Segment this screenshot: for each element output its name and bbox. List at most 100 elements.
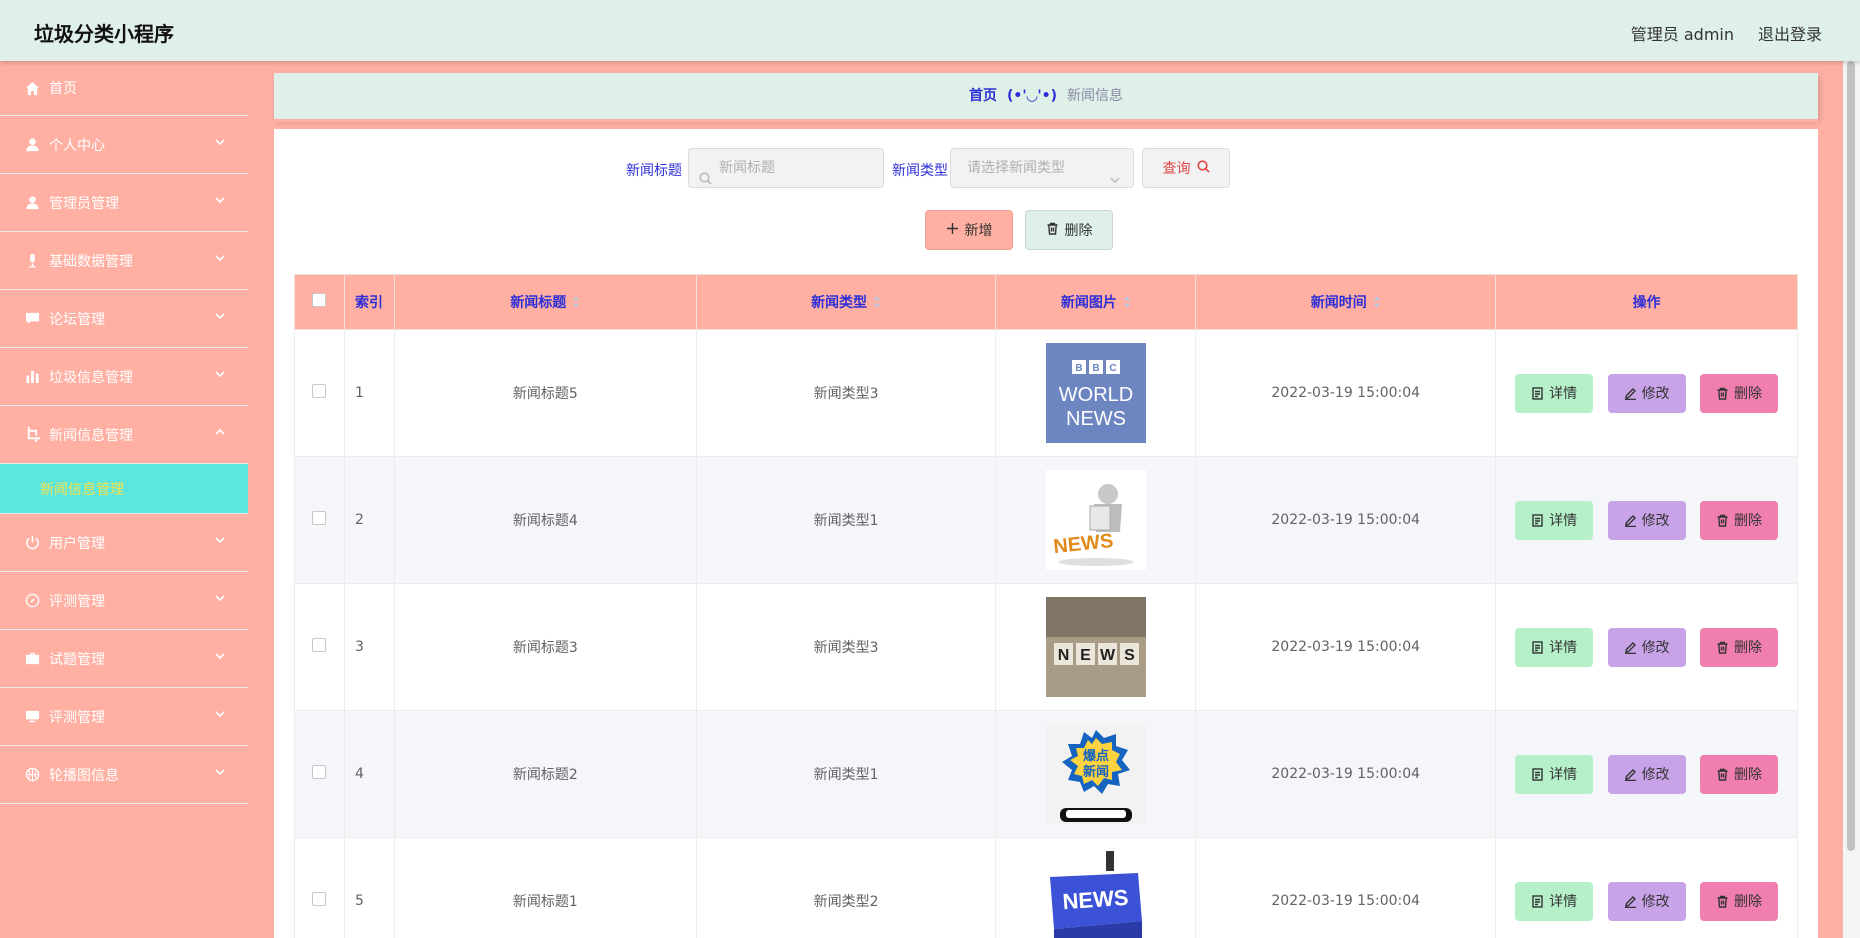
trash-icon: [1717, 514, 1728, 527]
row-title: 新闻标题4: [393, 456, 697, 584]
column-header-title[interactable]: 新闻标题: [393, 274, 697, 330]
delete-button[interactable]: 删除: [1700, 373, 1779, 413]
edit-button[interactable]: 修改: [1607, 627, 1686, 667]
sidebar-item-carousel[interactable]: 轮播图信息: [0, 746, 248, 804]
sidebar-item-label: 垃圾信息管理: [49, 369, 133, 386]
delete-button[interactable]: 删除: [1700, 500, 1779, 540]
row-title: 新闻标题5: [393, 329, 697, 457]
breadcrumb-separator: (•'◡'•): [1006, 88, 1058, 104]
row-actions: 详情 修改 删除: [1495, 710, 1798, 838]
sidebar-item-users[interactable]: 用户管理: [0, 514, 248, 572]
detail-label: 详情: [1549, 386, 1578, 402]
logout-link[interactable]: 退出登录: [1758, 21, 1822, 45]
select-all-checkbox[interactable]: [312, 293, 327, 307]
row-checkbox[interactable]: [312, 638, 327, 652]
edit-label: 修改: [1641, 386, 1670, 402]
sidebar-item-home[interactable]: 首页: [0, 61, 248, 116]
query-button[interactable]: 查询: [1142, 148, 1230, 188]
chevron-down-icon: [214, 252, 226, 264]
svg-text:新闻: 新闻: [1083, 764, 1109, 780]
row-checkbox[interactable]: [312, 511, 327, 525]
news-thumbnail[interactable]: 爆点 新闻: [1045, 724, 1146, 824]
sidebar-item-forum[interactable]: 论坛管理: [0, 290, 248, 348]
news-thumbnail[interactable]: B B C WORLD NEWS: [1045, 343, 1146, 443]
batch-delete-button[interactable]: 删除: [1025, 210, 1113, 250]
news-thumbnail[interactable]: NEWS: [1045, 851, 1146, 938]
sidebar-item-news[interactable]: 新闻信息管理: [0, 406, 248, 464]
edit-button[interactable]: 修改: [1607, 373, 1686, 413]
bar-chart-icon: [24, 369, 40, 385]
row-checkbox[interactable]: [312, 765, 327, 779]
detail-button[interactable]: 详情: [1515, 754, 1594, 794]
sidebar-item-questions[interactable]: 试题管理: [0, 630, 248, 688]
page-scrollbar[interactable]: [1846, 61, 1856, 938]
column-header-type[interactable]: 新闻类型: [695, 274, 997, 330]
sort-icon[interactable]: [1373, 295, 1381, 309]
sidebar-item-evaluation[interactable]: 评测管理: [0, 572, 248, 630]
sidebar-item-evaluation-2[interactable]: 评测管理: [0, 688, 248, 746]
row-select-cell: [294, 710, 345, 838]
detail-button[interactable]: 详情: [1515, 881, 1594, 921]
add-button[interactable]: 新增: [925, 210, 1013, 250]
edit-label: 修改: [1641, 767, 1670, 783]
trash-icon: [1046, 222, 1059, 239]
sort-icon[interactable]: [873, 295, 881, 309]
row-type: 新闻类型3: [695, 583, 997, 711]
svg-text:B: B: [1075, 363, 1082, 374]
row-checkbox[interactable]: [312, 892, 327, 906]
sidebar-item-base-data[interactable]: 基础数据管理: [0, 232, 248, 290]
action-bar: 新增 删除: [274, 210, 1818, 250]
basketball-icon: [24, 767, 40, 783]
content-panel: 新闻标题 新闻标题 新闻类型 请选择新闻类型 查询 新增 删除 索引 新闻标题 …: [274, 129, 1818, 938]
edit-button[interactable]: 修改: [1607, 754, 1686, 794]
delete-button[interactable]: 删除: [1700, 627, 1779, 667]
news-thumbnail[interactable]: N E W S: [1045, 597, 1146, 697]
row-index: 5: [343, 837, 395, 938]
sidebar-subitem-news-manage[interactable]: 新闻信息管理: [0, 464, 248, 514]
delete-label: 删除: [1734, 767, 1763, 783]
type-select[interactable]: 请选择新闻类型: [950, 148, 1134, 188]
title-search-input[interactable]: 新闻标题: [688, 148, 884, 188]
table-row: 5 新闻标题1 新闻类型2 NEWS 2022-03-19 15:00:04 详…: [294, 837, 1798, 938]
document-icon: [1532, 894, 1543, 908]
sidebar-item-garbage[interactable]: 垃圾信息管理: [0, 348, 248, 406]
row-index: 1: [343, 329, 395, 457]
chevron-down-icon: [214, 592, 226, 604]
batch-delete-label: 删除: [1064, 223, 1093, 239]
sidebar-item-admin[interactable]: 管理员管理: [0, 174, 248, 232]
edit-button[interactable]: 修改: [1607, 881, 1686, 921]
row-title: 新闻标题2: [393, 710, 697, 838]
column-header-image[interactable]: 新闻图片: [995, 274, 1197, 330]
pencil-icon: [1624, 641, 1636, 654]
pencil-icon: [1624, 768, 1636, 781]
row-checkbox[interactable]: [312, 384, 327, 398]
type-search-label: 新闻类型: [892, 163, 948, 179]
svg-text:E: E: [1080, 647, 1091, 664]
delete-label: 删除: [1734, 386, 1763, 402]
svg-text:S: S: [1124, 647, 1135, 664]
chevron-down-icon: [214, 534, 226, 546]
delete-button[interactable]: 删除: [1700, 881, 1779, 921]
table-row: 1 新闻标题5 新闻类型3 B B C WORLD NEWS 2022-03-1…: [294, 329, 1798, 457]
news-thumbnail[interactable]: NEWS: [1045, 470, 1146, 570]
row-select-cell: [294, 583, 345, 711]
svg-text:B: B: [1092, 363, 1099, 374]
detail-label: 详情: [1549, 513, 1578, 529]
row-select-cell: [294, 456, 345, 584]
delete-button[interactable]: 删除: [1700, 754, 1779, 794]
row-type: 新闻类型1: [695, 456, 997, 584]
scrollbar-thumb[interactable]: [1847, 61, 1855, 851]
chevron-down-icon: [214, 368, 226, 380]
edit-button[interactable]: 修改: [1607, 500, 1686, 540]
sort-icon[interactable]: [1123, 295, 1131, 309]
sidebar-item-profile[interactable]: 个人中心: [0, 116, 248, 174]
column-header-time[interactable]: 新闻时间: [1195, 274, 1497, 330]
breadcrumb-home[interactable]: 首页: [969, 88, 997, 104]
edit-label: 修改: [1641, 894, 1670, 910]
crop-icon: [24, 427, 40, 443]
detail-button[interactable]: 详情: [1515, 500, 1594, 540]
app-title: 垃圾分类小程序: [34, 22, 174, 46]
detail-button[interactable]: 详情: [1515, 373, 1594, 413]
sort-icon[interactable]: [572, 295, 580, 309]
detail-button[interactable]: 详情: [1515, 627, 1594, 667]
